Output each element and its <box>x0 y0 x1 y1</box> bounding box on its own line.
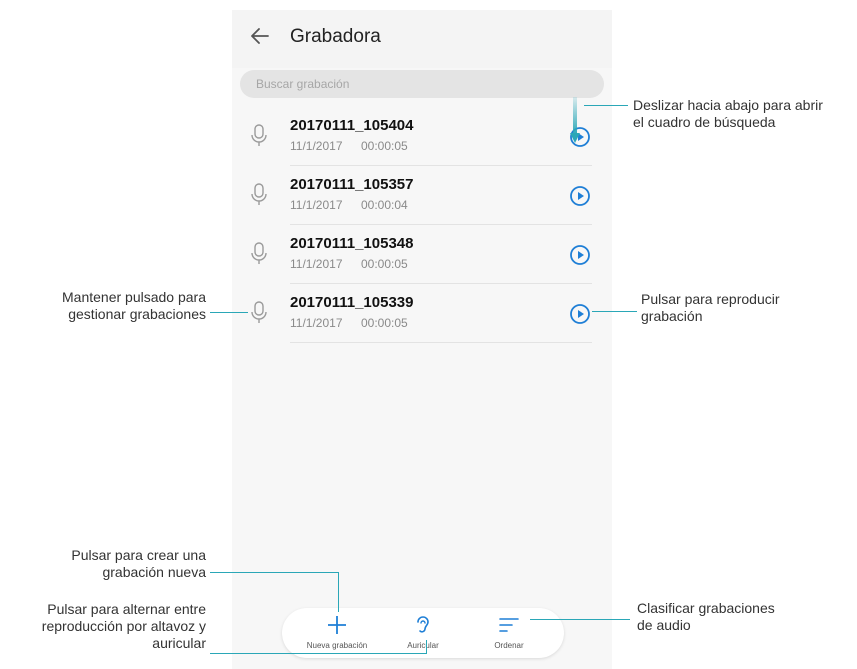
callout-line <box>426 640 427 654</box>
callout-line <box>584 105 628 106</box>
earpiece-label: Auricular <box>407 641 439 650</box>
callout-line <box>592 311 637 312</box>
callout-text: Pulsar para crear una <box>71 547 206 563</box>
recording-duration: 00:00:05 <box>361 316 408 330</box>
row-divider <box>290 342 592 343</box>
recording-row[interactable]: 20170111_105348 11/1/2017 00:00:05 <box>232 226 612 284</box>
recorder-screen: Grabadora Buscar grabación 20170111_1054… <box>232 10 612 669</box>
play-icon[interactable] <box>569 244 591 266</box>
row-divider <box>290 283 592 284</box>
recording-duration: 00:00:05 <box>361 139 408 153</box>
recording-name: 20170111_105339 <box>290 294 414 311</box>
callout-text: grabación nueva <box>102 564 206 580</box>
ear-icon <box>417 616 429 633</box>
page-title: Grabadora <box>290 26 381 47</box>
callout-text: auricular <box>152 635 206 651</box>
search-input[interactable]: Buscar grabación <box>240 70 604 98</box>
search-placeholder: Buscar grabación <box>256 77 350 91</box>
callout-line <box>530 619 630 620</box>
sort-button[interactable]: Ordenar <box>469 608 549 658</box>
microphone-icon <box>251 124 267 146</box>
row-divider <box>290 224 592 225</box>
callout-long-press: Mantener pulsado para gestionar grabacio… <box>20 289 206 323</box>
callout-play: Pulsar para reproducir grabación <box>641 291 780 325</box>
recording-name: 20170111_105357 <box>290 176 414 193</box>
plus-icon <box>328 616 346 634</box>
callout-text: reproducción por altavoz y <box>41 618 206 634</box>
app-header: Grabadora <box>232 10 612 68</box>
new-recording-button[interactable]: Nueva grabación <box>297 608 377 658</box>
recording-date: 11/1/2017 <box>290 316 343 330</box>
callout-sort: Clasificar grabaciones de audio <box>637 600 775 634</box>
callout-toggle: Pulsar para alternar entre reproducción … <box>0 601 206 652</box>
recording-name: 20170111_105404 <box>290 117 414 134</box>
recording-duration: 00:00:05 <box>361 257 408 271</box>
recording-row[interactable]: 20170111_105404 11/1/2017 00:00:05 <box>232 108 612 166</box>
callout-line <box>338 572 339 612</box>
sort-label: Ordenar <box>494 641 524 650</box>
callout-text: de audio <box>637 617 691 633</box>
earpiece-toggle-button[interactable]: Auricular <box>383 608 463 658</box>
recording-date: 11/1/2017 <box>290 198 343 212</box>
arrow-left-icon[interactable] <box>248 24 272 48</box>
microphone-icon <box>251 301 267 323</box>
callout-text: Clasificar grabaciones <box>637 600 775 616</box>
recording-duration: 00:00:04 <box>361 198 408 212</box>
callout-text: Pulsar para alternar entre <box>47 601 206 617</box>
microphone-icon <box>251 242 267 264</box>
microphone-icon <box>251 183 267 205</box>
callout-create: Pulsar para crear una grabación nueva <box>20 547 206 581</box>
recording-date: 11/1/2017 <box>290 257 343 271</box>
callout-line <box>210 312 248 313</box>
play-icon[interactable] <box>569 303 591 325</box>
callout-text: el cuadro de búsqueda <box>633 114 776 130</box>
callout-text: Deslizar hacia abajo para abrir <box>633 97 823 113</box>
sort-icon <box>499 618 519 632</box>
new-recording-label: Nueva grabación <box>306 641 368 650</box>
callout-line <box>210 572 338 573</box>
bottom-toolbar: Nueva grabación Auricular Ordenar <box>282 608 564 658</box>
callout-text: gestionar grabaciones <box>68 306 206 322</box>
recording-name: 20170111_105348 <box>290 235 414 252</box>
callout-line <box>210 653 426 654</box>
callout-text: grabación <box>641 308 703 324</box>
arrow-down-icon <box>570 97 580 143</box>
recording-row[interactable]: 20170111_105357 11/1/2017 00:00:04 <box>232 167 612 225</box>
callout-text: Mantener pulsado para <box>62 289 206 305</box>
recording-row[interactable]: 20170111_105339 11/1/2017 00:00:05 <box>232 285 612 343</box>
callout-text: Pulsar para reproducir <box>641 291 780 307</box>
row-divider <box>290 165 592 166</box>
recording-date: 11/1/2017 <box>290 139 343 153</box>
callout-swipe-search: Deslizar hacia abajo para abrir el cuadr… <box>633 97 823 131</box>
play-icon[interactable] <box>569 185 591 207</box>
